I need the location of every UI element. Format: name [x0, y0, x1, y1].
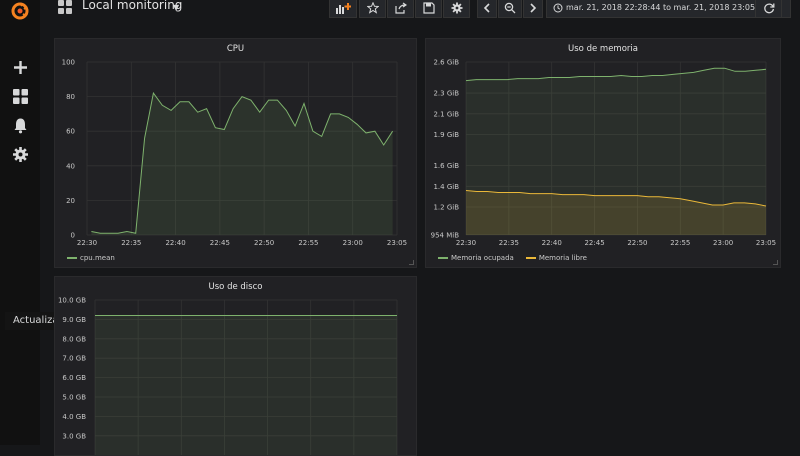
side-menu [0, 0, 40, 445]
x-tick-label: 22:45 [210, 239, 230, 247]
resize-handle[interactable] [409, 260, 414, 265]
y-tick-label: 40 [66, 162, 75, 170]
x-tick-label: 22:35 [121, 239, 141, 247]
save-icon [422, 1, 435, 14]
x-tick-label: 22:50 [627, 239, 647, 247]
star-button[interactable] [359, 0, 386, 18]
x-tick-label: 22:35 [499, 239, 519, 247]
clock-icon [553, 3, 563, 12]
memory-chart: 954 MiB 1.2 GiB 1.4 GiB 1.6 GiB 1.9 GiB 2.1 G… [431, 59, 776, 248]
y-tick-label: 2.1 GiB [433, 110, 459, 118]
add-panel-button[interactable] [329, 0, 357, 18]
x-tick-label: 22:55 [298, 239, 318, 247]
y-tick-label: 4.0 GB [62, 413, 86, 421]
save-button[interactable] [415, 0, 442, 18]
zoom-out-icon [504, 2, 516, 13]
memory-panel[interactable]: Uso de memoria 954 MiB 1.2 GiB 1.4 GiB 1.6 … [425, 38, 781, 268]
star-icon [366, 1, 379, 14]
chevron-left-icon [483, 2, 490, 13]
legend-item[interactable]: Memoria ocupada [438, 254, 514, 262]
legend-swatch [67, 257, 77, 259]
gear-icon[interactable] [12, 146, 29, 163]
y-tick-label: 7.0 GB [62, 355, 86, 363]
x-tick-label: 23:00 [343, 239, 363, 247]
x-tick-label: 22:30 [456, 239, 476, 247]
y-tick-label: 2.3 GiB [433, 90, 459, 98]
y-tick-label: 10.0 GB [58, 297, 86, 305]
x-tick-label: 22:30 [77, 239, 97, 247]
y-tick-label: 0 [71, 232, 75, 240]
disk-panel[interactable]: Uso de disco 3.0 GB 4.0 GB 5.0 GB 6.0 GB 7.0… [54, 276, 417, 456]
chevron-right-icon [530, 2, 537, 13]
add-panel-icon [336, 2, 351, 14]
y-tick-label: 954 MiB [431, 231, 460, 239]
x-tick-label: 23:05 [387, 239, 407, 247]
y-tick-label: 8.0 GB [62, 335, 86, 343]
plus-icon[interactable] [12, 59, 29, 76]
legend-swatch [525, 257, 536, 259]
settings-icon [451, 2, 462, 13]
y-tick-label: 1.2 GiB [433, 204, 459, 212]
cpu-legend: cpu.mean [67, 254, 115, 262]
cpu-chart: 0 20 40 60 80 100 22:30 22:35 22:40 22:45 22:50 22:… [62, 59, 407, 248]
bell-icon[interactable] [12, 117, 29, 134]
legend-label: cpu.mean [80, 254, 115, 262]
x-tick-label: 22:55 [670, 239, 690, 247]
legend-item[interactable]: cpu.mean [67, 254, 115, 262]
y-tick-label: 6.0 GB [62, 374, 86, 382]
x-tick-label: 22:45 [584, 239, 604, 247]
y-tick-label: 1.9 GiB [433, 131, 459, 139]
time-back-button[interactable] [477, 0, 497, 18]
x-tick-label: 23:05 [756, 239, 776, 247]
dashboard-grid-icon [58, 0, 72, 14]
legend-item[interactable]: Memoria libre [525, 254, 587, 262]
grafana-logo-icon[interactable] [8, 1, 32, 21]
x-tick-label: 22:40 [165, 239, 185, 247]
x-tick-label: 22:50 [254, 239, 274, 247]
top-navbar: Local monitoring ▼ mar. 21, 2018 22:28:4… [40, 0, 800, 30]
series-area [95, 315, 397, 455]
zoom-out-button[interactable] [498, 0, 522, 18]
caret-down-icon[interactable]: ▼ [173, 3, 179, 12]
y-tick-label: 9.0 GB [62, 316, 86, 324]
y-tick-label: 3.0 GB [62, 432, 86, 440]
time-forward-button[interactable] [523, 0, 543, 18]
x-tick-label: 23:00 [713, 239, 733, 247]
cpu-panel[interactable]: CPU 0 20 40 60 80 100 22:30 22:35 22:40 22:45 22:5… [54, 38, 417, 268]
dashboards-icon[interactable] [12, 88, 29, 105]
resize-handle[interactable] [773, 260, 778, 265]
dashboard-title[interactable]: Local monitoring [82, 0, 182, 12]
y-tick-label: 5.0 GB [62, 394, 86, 402]
y-tick-label: 2.6 GiB [433, 59, 459, 67]
settings-button[interactable] [443, 0, 470, 18]
refresh-button[interactable] [755, 0, 782, 18]
x-tick-label: 22:40 [542, 239, 562, 247]
y-tick-label: 1.4 GiB [433, 183, 459, 191]
legend-label: Memoria libre [538, 254, 587, 262]
y-tick-label: 1.6 GiB [433, 162, 459, 170]
share-icon [394, 2, 407, 14]
time-range-text: mar. 21, 2018 22:28:44 to mar. 21, 2018 … [566, 3, 768, 12]
y-tick-label: 20 [66, 197, 75, 205]
disk-chart: 3.0 GB 4.0 GB 5.0 GB 6.0 GB 7.0 GB 8.0 GB 9.0 … [58, 297, 398, 455]
share-button[interactable] [387, 0, 414, 18]
refresh-icon [763, 2, 774, 13]
y-tick-label: 60 [66, 128, 75, 136]
y-tick-label: 80 [66, 93, 75, 101]
legend-swatch [438, 257, 448, 259]
legend-label: Memoria ocupada [451, 254, 514, 262]
memory-legend: Memoria ocupada Memoria libre [438, 254, 587, 262]
y-tick-label: 100 [62, 59, 75, 67]
series-area [91, 93, 393, 235]
